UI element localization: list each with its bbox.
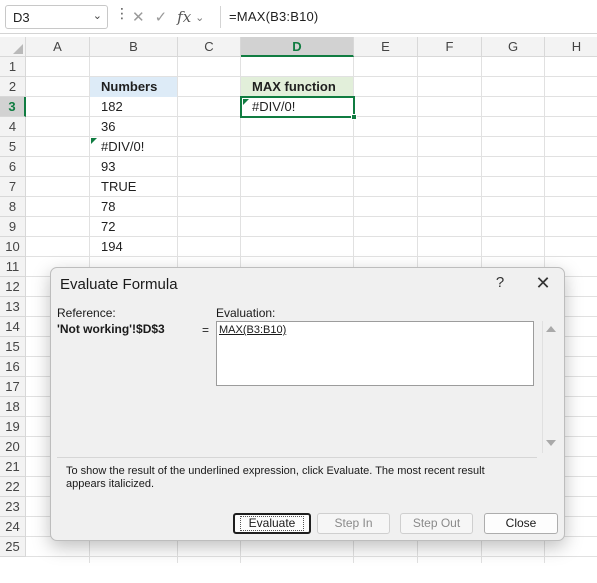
enter-check-icon[interactable]: ✓ [155,8,168,26]
row-header-8[interactable]: 8 [0,197,26,217]
row-header-17[interactable]: 17 [0,377,26,397]
chevron-down-icon[interactable]: ⌄ [93,9,102,22]
scroll-up-icon[interactable] [546,326,556,332]
row-header-2[interactable]: 2 [0,77,26,97]
cell-b10[interactable]: 194 [90,237,177,257]
column-header-f[interactable]: F [418,37,482,57]
row-header-16[interactable]: 16 [0,357,26,377]
cell-b7[interactable]: TRUE [90,177,177,197]
evaluation-label: Evaluation: [216,306,276,320]
step-out-button[interactable]: Step Out [400,513,473,534]
row-header-11[interactable]: 11 [0,257,26,277]
row-header-15[interactable]: 15 [0,337,26,357]
evaluate-formula-dialog: Evaluate Formula ? ✕ Reference: 'Not wor… [50,267,565,541]
cell-b6[interactable]: 93 [90,157,177,177]
cell-b9[interactable]: 72 [90,217,177,237]
row-header-14[interactable]: 14 [0,317,26,337]
reference-value: 'Not working'!$D$3 [57,322,165,336]
cell-b8[interactable]: 78 [90,197,177,217]
name-box-value[interactable]: D3 [13,10,30,25]
row-header-20[interactable]: 20 [0,437,26,457]
dialog-title: Evaluate Formula [60,276,178,293]
step-in-button[interactable]: Step In [317,513,390,534]
row-header-21[interactable]: 21 [0,457,26,477]
column-header-a[interactable]: A [26,37,90,57]
active-cell-selection[interactable] [240,96,357,120]
formula-bar: D3 ⌄ ⋮ ✕ ✓ fx ⌄ =MAX(B3:B10) [0,0,597,34]
cancel-icon[interactable]: ✕ [132,8,145,26]
close-icon[interactable]: ✕ [530,271,556,295]
evaluation-box[interactable]: MAX(B3:B10) [216,321,534,386]
chevron-down-icon[interactable]: ⌄ [195,11,204,24]
instructions-text: To show the result of the underlined exp… [66,465,485,490]
row-header-1[interactable]: 1 [0,57,26,77]
formula-bar-controls: ✕ ✓ fx ⌄ [132,5,204,29]
row-header-23[interactable]: 23 [0,497,26,517]
max-function-header-cell[interactable]: MAX function [241,77,353,97]
evaluation-scrollbar[interactable] [542,321,558,453]
row-header-5[interactable]: 5 [0,137,26,157]
cell-b3[interactable]: 182 [90,97,177,117]
row-header-9[interactable]: 9 [0,217,26,237]
evaluate-button[interactable]: Evaluate [233,513,311,534]
reference-label: Reference: [57,306,116,320]
numbers-header-cell[interactable]: Numbers [90,77,177,97]
column-header-e[interactable]: E [354,37,418,57]
row-header-25[interactable]: 25 [0,537,26,557]
gridline [26,556,597,557]
column-header-b[interactable]: B [90,37,178,57]
row-header-24[interactable]: 24 [0,517,26,537]
column-header-h[interactable]: H [545,37,597,57]
fill-handle[interactable] [351,114,357,120]
row-header-4[interactable]: 4 [0,117,26,137]
row-header-18[interactable]: 18 [0,397,26,417]
column-header-c[interactable]: C [178,37,241,57]
evaluation-expression: MAX(B3:B10) [219,324,287,336]
dialog-divider [57,457,537,458]
row-header-7[interactable]: 7 [0,177,26,197]
more-vertical-icon[interactable]: ⋮ [115,6,129,20]
row-header-6[interactable]: 6 [0,157,26,177]
cell-b4[interactable]: 36 [90,117,177,137]
scroll-down-icon[interactable] [546,440,556,446]
evaluate-button-label[interactable]: Evaluate [239,516,305,531]
column-header-d[interactable]: D [241,37,354,57]
row-header-13[interactable]: 13 [0,297,26,317]
formula-input[interactable]: =MAX(B3:B10) [229,9,318,24]
equals-sign: = [202,323,210,337]
select-all-corner[interactable] [0,37,26,57]
cell-b5[interactable]: #DIV/0! [90,137,177,157]
formula-bar-divider [220,6,221,28]
row-header-3[interactable]: 3 [0,97,26,117]
name-box[interactable]: D3 ⌄ [5,5,108,29]
error-indicator-icon[interactable] [243,99,249,105]
row-header-12[interactable]: 12 [0,277,26,297]
insert-function-icon[interactable]: fx [177,8,191,26]
help-icon[interactable]: ? [492,274,508,291]
row-header-10[interactable]: 10 [0,237,26,257]
column-header-g[interactable]: G [482,37,545,57]
row-header-22[interactable]: 22 [0,477,26,497]
error-indicator-icon[interactable] [91,138,97,144]
row-header-19[interactable]: 19 [0,417,26,437]
close-button[interactable]: Close [484,513,558,534]
